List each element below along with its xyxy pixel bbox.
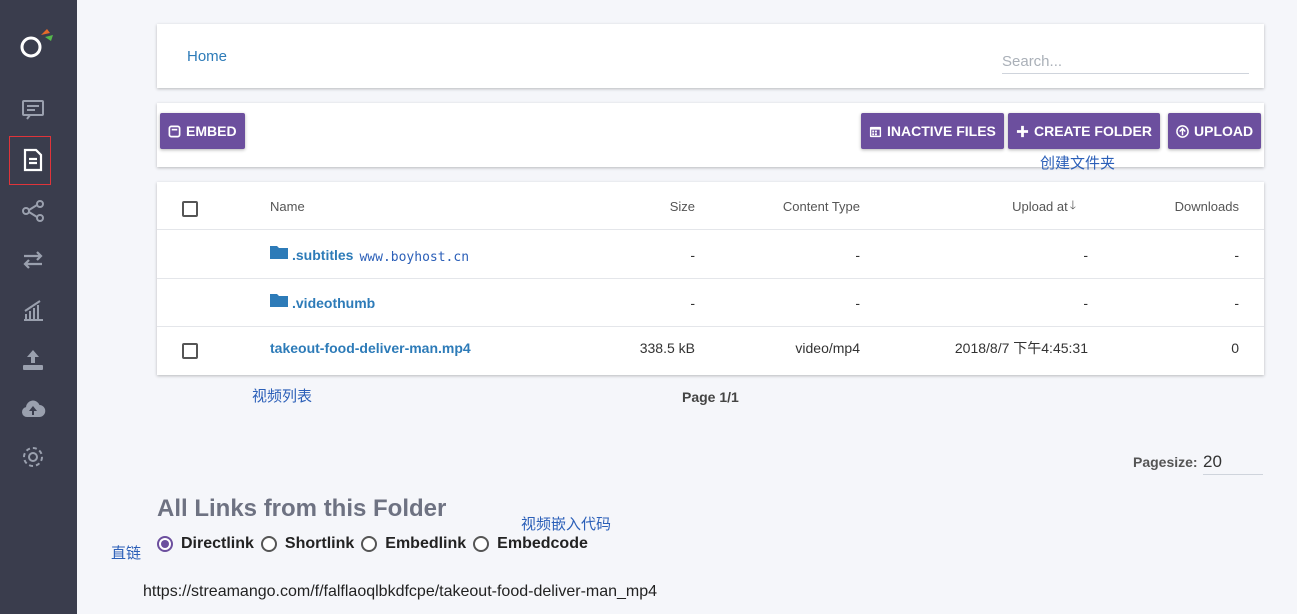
content-type-cell: video/mp4 (795, 340, 860, 356)
column-header-upload-at-label: Upload at (1012, 198, 1068, 214)
radio-label-embedcode[interactable]: Embedcode (497, 535, 588, 553)
watermark-text: www.boyhost.cn (359, 249, 470, 265)
upload-at-cell: - (1083, 247, 1088, 263)
file-name-cell: takeout-food-deliver-man.mp4 (270, 324, 471, 372)
upload-tray-icon[interactable] (18, 345, 48, 375)
size-cell: - (690, 247, 695, 263)
logo-icon (20, 29, 53, 58)
radio-directlink[interactable] (157, 536, 173, 552)
upload-circle-icon (1176, 124, 1189, 138)
links-section-title: All Links from this Folder (157, 495, 447, 522)
folder-icon (270, 294, 288, 307)
radio-label-embedlink[interactable]: Embedlink (385, 535, 466, 553)
annotation-create-folder: 创建文件夹 (1040, 154, 1116, 172)
create-folder-button-label: CREATE FOLDER (1034, 123, 1152, 139)
plus-icon (1016, 125, 1029, 137)
share-icon[interactable] (18, 196, 48, 226)
table-row[interactable]: .subtitles www.boyhost.cn - - - - (157, 231, 1264, 279)
header-bar: Home (157, 24, 1264, 88)
table-header-row: Name Size Content Type Upload at 🡓 Downl… (157, 182, 1264, 230)
annotation-video-list: 视频列表 (252, 387, 313, 405)
column-header-upload-at[interactable]: Upload at 🡓 (957, 182, 1076, 230)
link-type-radio-group: Directlink Shortlink Embedlink Embedcode (157, 535, 595, 553)
calendar-icon (869, 126, 882, 137)
pagesize-input[interactable] (1203, 449, 1263, 475)
column-header-size[interactable]: Size (595, 182, 695, 230)
folder-name-cell: .videothumb (270, 279, 375, 327)
pagesize-label: Pagesize: (1133, 454, 1198, 470)
upload-button-label: UPLOAD (1194, 123, 1254, 139)
file-link[interactable]: takeout-food-deliver-man.mp4 (270, 340, 471, 356)
create-folder-button[interactable]: CREATE FOLDER (1008, 113, 1160, 149)
statistics-icon[interactable] (18, 295, 48, 325)
upload-button[interactable]: UPLOAD (1168, 113, 1262, 149)
settings-gear-icon[interactable] (18, 442, 48, 472)
cloud-upload-icon[interactable] (18, 395, 48, 425)
inactive-files-button-label: INACTIVE FILES (887, 123, 996, 139)
row-checkbox[interactable] (182, 343, 198, 359)
column-header-downloads[interactable]: Downloads (1119, 182, 1239, 230)
radio-embedlink[interactable] (361, 536, 378, 552)
radio-shortlink[interactable] (260, 536, 277, 552)
downloads-cell: - (1234, 247, 1239, 263)
breadcrumb-home[interactable]: Home (187, 48, 227, 65)
transfer-icon[interactable] (18, 245, 48, 275)
page-indicator: Page 1/1 (682, 389, 739, 405)
size-cell: - (690, 295, 695, 311)
upload-at-cell: - (1083, 295, 1088, 311)
content-type-cell: - (855, 295, 860, 311)
table-row[interactable]: takeout-food-deliver-man.mp4 338.5 kB vi… (157, 327, 1264, 375)
folder-link-videothumb[interactable]: .videothumb (292, 295, 375, 311)
annotation-embed-code: 视频嵌入代码 (521, 515, 612, 533)
size-cell: 338.5 kB (639, 340, 695, 356)
downloads-cell: 0 (1231, 340, 1239, 356)
content-type-cell: - (855, 247, 860, 263)
inactive-files-button[interactable]: INACTIVE FILES (861, 113, 1004, 149)
column-header-content-type[interactable]: Content Type (740, 182, 860, 230)
folder-link-subtitles[interactable]: .subtitles (292, 247, 353, 263)
embed-button-label: EMBED (186, 123, 237, 139)
table-row[interactable]: .videothumb - - - - (157, 279, 1264, 327)
radio-label-directlink[interactable]: Directlink (181, 535, 254, 553)
annotation-direct-link: 直链 (111, 544, 142, 562)
files-icon[interactable] (18, 145, 48, 175)
upload-at-cell: 2018/8/7 下午4:45:31 (954, 340, 1088, 356)
search-input[interactable] (1002, 50, 1249, 74)
select-all-checkbox[interactable] (182, 201, 198, 217)
dashboard-icon[interactable] (18, 95, 48, 125)
sidebar (0, 0, 77, 614)
radio-embedcode[interactable] (473, 536, 490, 552)
column-header-name[interactable]: Name (270, 182, 305, 230)
sort-down-arrow-icon: 🡓 (1069, 197, 1076, 212)
radio-label-shortlink[interactable]: Shortlink (285, 535, 354, 553)
embed-button[interactable]: EMBED (160, 113, 245, 149)
folder-link-url[interactable]: https://streamango.com/f/falflaoqlbkdfcp… (143, 583, 657, 601)
embed-icon (168, 125, 181, 137)
folder-icon (270, 246, 288, 259)
folder-name-cell: .subtitles www.boyhost.cn (270, 231, 469, 279)
downloads-cell: - (1234, 295, 1239, 311)
file-table: Name Size Content Type Upload at 🡓 Downl… (157, 182, 1264, 375)
